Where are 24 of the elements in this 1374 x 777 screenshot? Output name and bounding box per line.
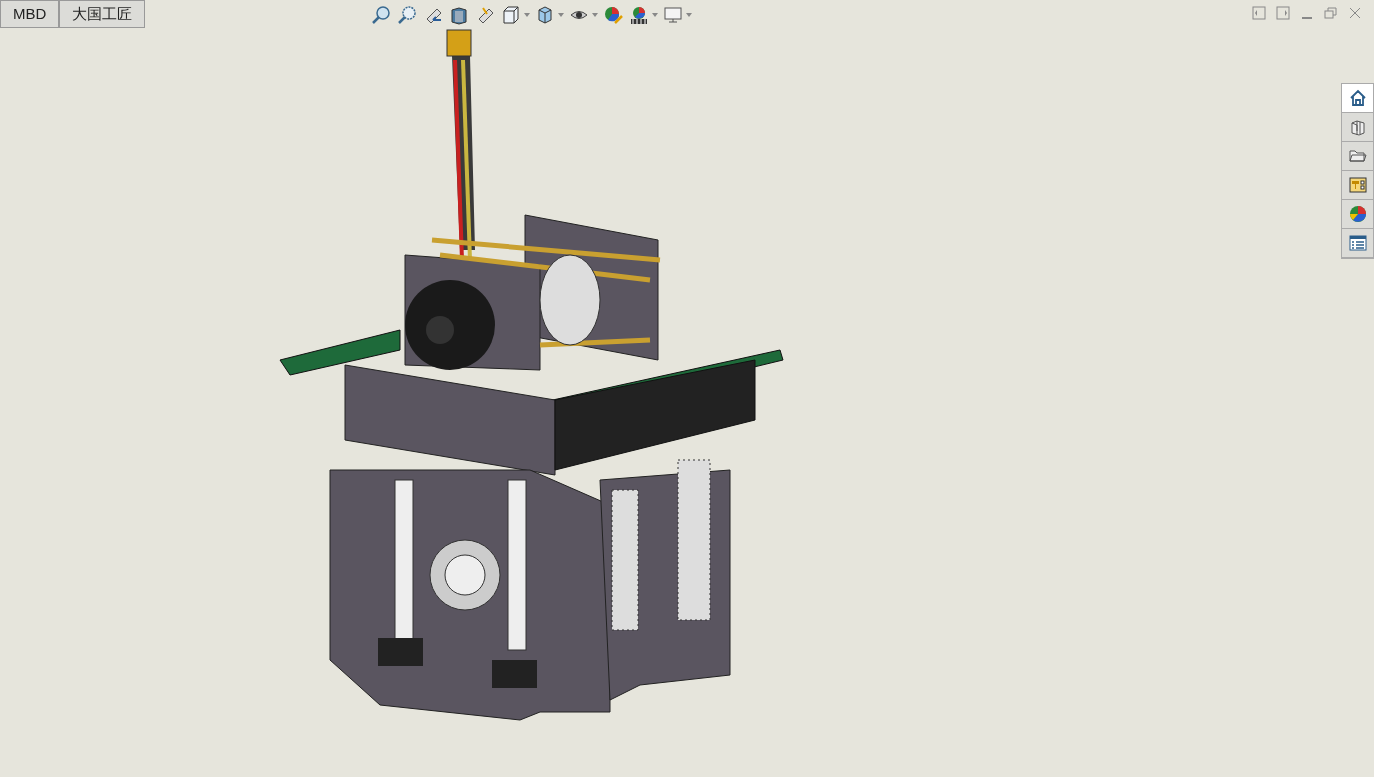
- home-icon: [1348, 89, 1367, 107]
- task-pane-tab[interactable]: [1342, 113, 1373, 142]
- folder-icon: [1348, 147, 1367, 165]
- tab[interactable]: 大国工匠: [59, 0, 146, 28]
- close-icon[interactable]: [1348, 6, 1362, 20]
- properties-icon: [1348, 234, 1367, 252]
- caret-icon[interactable]: [686, 13, 692, 17]
- cube-icon[interactable]: [500, 4, 522, 26]
- zoom-to-fit-icon[interactable]: [370, 4, 392, 26]
- caret-icon[interactable]: [592, 13, 598, 17]
- task-pane-tab[interactable]: [1342, 200, 1373, 229]
- restore-icon[interactable]: [1324, 6, 1338, 20]
- task-pane-tab[interactable]: [1342, 142, 1373, 171]
- panel-left-icon[interactable]: [1252, 6, 1266, 20]
- parts-icon: [1348, 118, 1367, 136]
- monitor-icon[interactable]: [662, 4, 684, 26]
- task-pane-tab[interactable]: [1342, 84, 1373, 113]
- tab[interactable]: MBD: [0, 0, 60, 28]
- caret-icon[interactable]: [558, 13, 564, 17]
- panel-right-icon[interactable]: [1276, 6, 1290, 20]
- task-pane-tab[interactable]: [1342, 229, 1373, 258]
- caret-icon[interactable]: [524, 13, 530, 17]
- zoom-area-icon[interactable]: [396, 4, 418, 26]
- caret-icon[interactable]: [652, 13, 658, 17]
